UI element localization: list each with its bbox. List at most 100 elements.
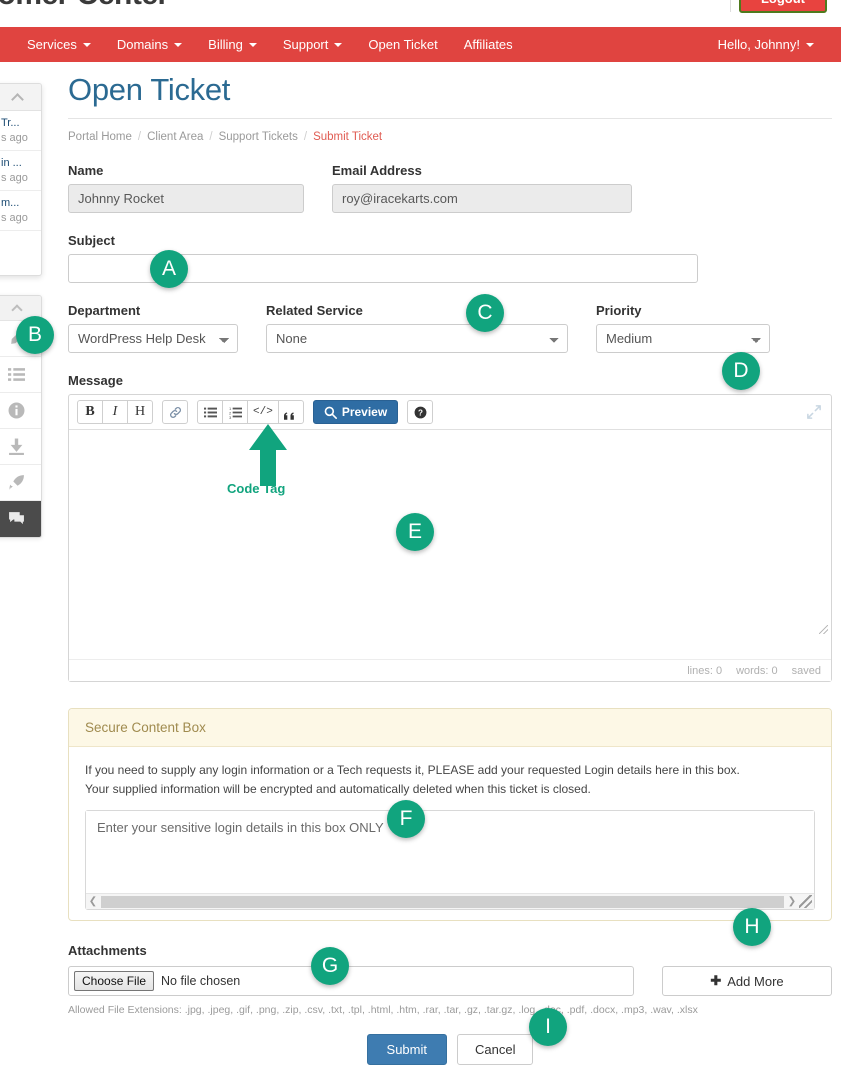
notifications-panel-header <box>0 84 41 111</box>
department-field-group: Department WordPress Help Desk <box>68 303 238 353</box>
scroll-left-icon[interactable]: ❮ <box>86 896 100 907</box>
nav-item-label: Open Ticket <box>368 37 438 52</box>
subject-row: Subject <box>68 233 832 283</box>
no-file-chosen-label: No file chosen <box>161 974 241 989</box>
expand-icon[interactable] <box>807 405 821 419</box>
markdown-editor: B I H 1 2 3 </> Preview ? lines: 0 words… <box>68 394 832 682</box>
choose-file-button[interactable]: Choose File <box>74 971 155 992</box>
info-icon <box>8 402 25 419</box>
subject-input[interactable] <box>68 254 698 283</box>
code-tag-button[interactable]: </> <box>247 400 279 424</box>
nav-item-affiliates[interactable]: Affiliates <box>451 27 526 62</box>
saved-status: saved <box>791 664 821 677</box>
message-textarea[interactable] <box>69 430 831 659</box>
breadcrumb-item-client-area[interactable]: Client Area <box>147 131 203 143</box>
logout-button[interactable]: Logout <box>738 0 827 13</box>
nav-item-open-ticket[interactable]: Open Ticket <box>355 27 450 62</box>
search-icon <box>324 406 337 419</box>
allowed-extensions-text: Allowed File Extensions: .jpg, .jpeg, .g… <box>68 1004 698 1017</box>
quote-button[interactable] <box>277 400 304 424</box>
nav-item-services[interactable]: Services <box>14 27 104 62</box>
side-icon-rail <box>0 295 42 538</box>
add-more-button[interactable]: ✚ Add More <box>662 966 832 997</box>
editor-toolbar: B I H 1 2 3 </> Preview ? <box>69 395 831 430</box>
rail-item-pencil[interactable] <box>0 321 41 357</box>
nav-item-support[interactable]: Support <box>270 27 356 62</box>
secure-content-box-body: If you need to supply any login informat… <box>69 747 831 920</box>
heading-button[interactable]: H <box>127 400 153 424</box>
rail-item-chat[interactable] <box>0 501 41 537</box>
file-input[interactable]: Choose File No file chosen <box>68 966 634 997</box>
preview-label: Preview <box>341 405 388 419</box>
priority-select[interactable]: Medium <box>596 324 770 353</box>
rail-item-rocket[interactable] <box>0 465 41 501</box>
nav-item-domains[interactable]: Domains <box>104 27 195 62</box>
italic-button[interactable]: I <box>102 400 128 424</box>
department-label: Department <box>68 303 141 318</box>
preview-button[interactable]: Preview <box>312 400 399 424</box>
notification-item[interactable]: m... s ago <box>0 191 41 231</box>
help-button[interactable]: ? <box>407 400 434 424</box>
subject-label: Subject <box>68 233 115 248</box>
department-select[interactable]: WordPress Help Desk <box>68 324 238 353</box>
rail-collapse-header[interactable] <box>0 296 41 321</box>
chat-icon <box>9 511 24 524</box>
help-icon: ? <box>414 406 427 418</box>
chevron-up-icon[interactable] <box>11 93 24 106</box>
rail-item-info[interactable] <box>0 393 41 429</box>
name-field-group: Name <box>68 163 304 213</box>
notification-item[interactable]: Tr... s ago <box>0 111 41 151</box>
subject-field-group: Subject <box>68 233 698 283</box>
attachments-row: Choose File No file chosen ✚ Add More <box>68 966 832 997</box>
related-service-select[interactable]: None <box>266 324 568 353</box>
link-button[interactable] <box>162 400 188 424</box>
ticket-meta-row: Department WordPress Help Desk Related S… <box>68 303 832 353</box>
email-input[interactable] <box>332 184 632 213</box>
user-menu[interactable]: Hello, Johnny! <box>705 27 827 62</box>
priority-field-group: Priority Medium <box>596 303 770 353</box>
page-root: tomer Center Notifications Logout Servic… <box>0 0 841 1085</box>
list-icon <box>8 368 25 381</box>
email-field-group: Email Address <box>332 163 632 213</box>
breadcrumb-separator: / <box>209 131 213 143</box>
secure-content-box-description: If you need to supply any login informat… <box>85 761 815 798</box>
brand-title: tomer Center <box>0 0 169 12</box>
attachments-section: Attachments Choose File No file chosen ✚… <box>68 943 832 1016</box>
main-navbar: Services Domains Billing Support Open Ticket… <box>0 27 841 62</box>
breadcrumb: Portal Home / Client Area / Support Tickets /… <box>68 118 832 143</box>
rail-item-download[interactable] <box>0 429 41 465</box>
secure-desc-line-2: Your supplied information will be encryp… <box>85 781 591 796</box>
secure-horizontal-scrollbar[interactable]: ❮ ❯ <box>86 893 814 910</box>
notifications-link[interactable]: Notifications <box>654 0 719 2</box>
breadcrumb-item-portal-home[interactable]: Portal Home <box>68 131 132 143</box>
scroll-track[interactable] <box>101 895 784 908</box>
navbar-items: Services Domains Billing Support Open Ticket… <box>0 27 526 62</box>
notification-title: m... <box>1 197 20 209</box>
navbar-user-area: Hello, Johnny! <box>705 27 841 62</box>
notification-time: s ago <box>1 132 28 144</box>
svg-text:?: ? <box>418 408 423 417</box>
breadcrumb-item-support-tickets[interactable]: Support Tickets <box>219 131 298 143</box>
link-icon <box>169 406 181 418</box>
secure-desc-line-1: If you need to supply any login informat… <box>85 763 740 777</box>
secure-textarea[interactable]: Enter your sensitive login details in th… <box>86 811 814 894</box>
ordered-list-button[interactable]: 1 2 3 <box>222 400 248 424</box>
form-actions: Submit Cancel <box>68 1034 832 1066</box>
name-input[interactable] <box>68 184 304 213</box>
page-header-strip: tomer Center Notifications Logout <box>0 0 841 27</box>
notification-item[interactable]: in ... s ago <box>0 151 41 191</box>
notifications-list: Tr... s ago in ... s ago m... s ago <box>0 111 41 231</box>
submit-button[interactable]: Submit <box>366 1034 447 1066</box>
rail-item-list[interactable] <box>0 357 41 393</box>
bold-button[interactable]: B <box>77 400 103 424</box>
breadcrumb-separator: / <box>137 131 142 143</box>
resize-grip-icon[interactable] <box>819 625 828 634</box>
unordered-list-button[interactable] <box>197 400 223 424</box>
chevron-down-icon <box>248 42 257 47</box>
cancel-button[interactable]: Cancel <box>457 1034 534 1066</box>
scroll-right-icon[interactable]: ❯ <box>785 896 799 907</box>
nav-item-billing[interactable]: Billing <box>195 27 270 62</box>
name-label: Name <box>68 163 104 178</box>
secure-resize-grip-icon[interactable] <box>799 895 812 909</box>
priority-label: Priority <box>596 303 642 318</box>
